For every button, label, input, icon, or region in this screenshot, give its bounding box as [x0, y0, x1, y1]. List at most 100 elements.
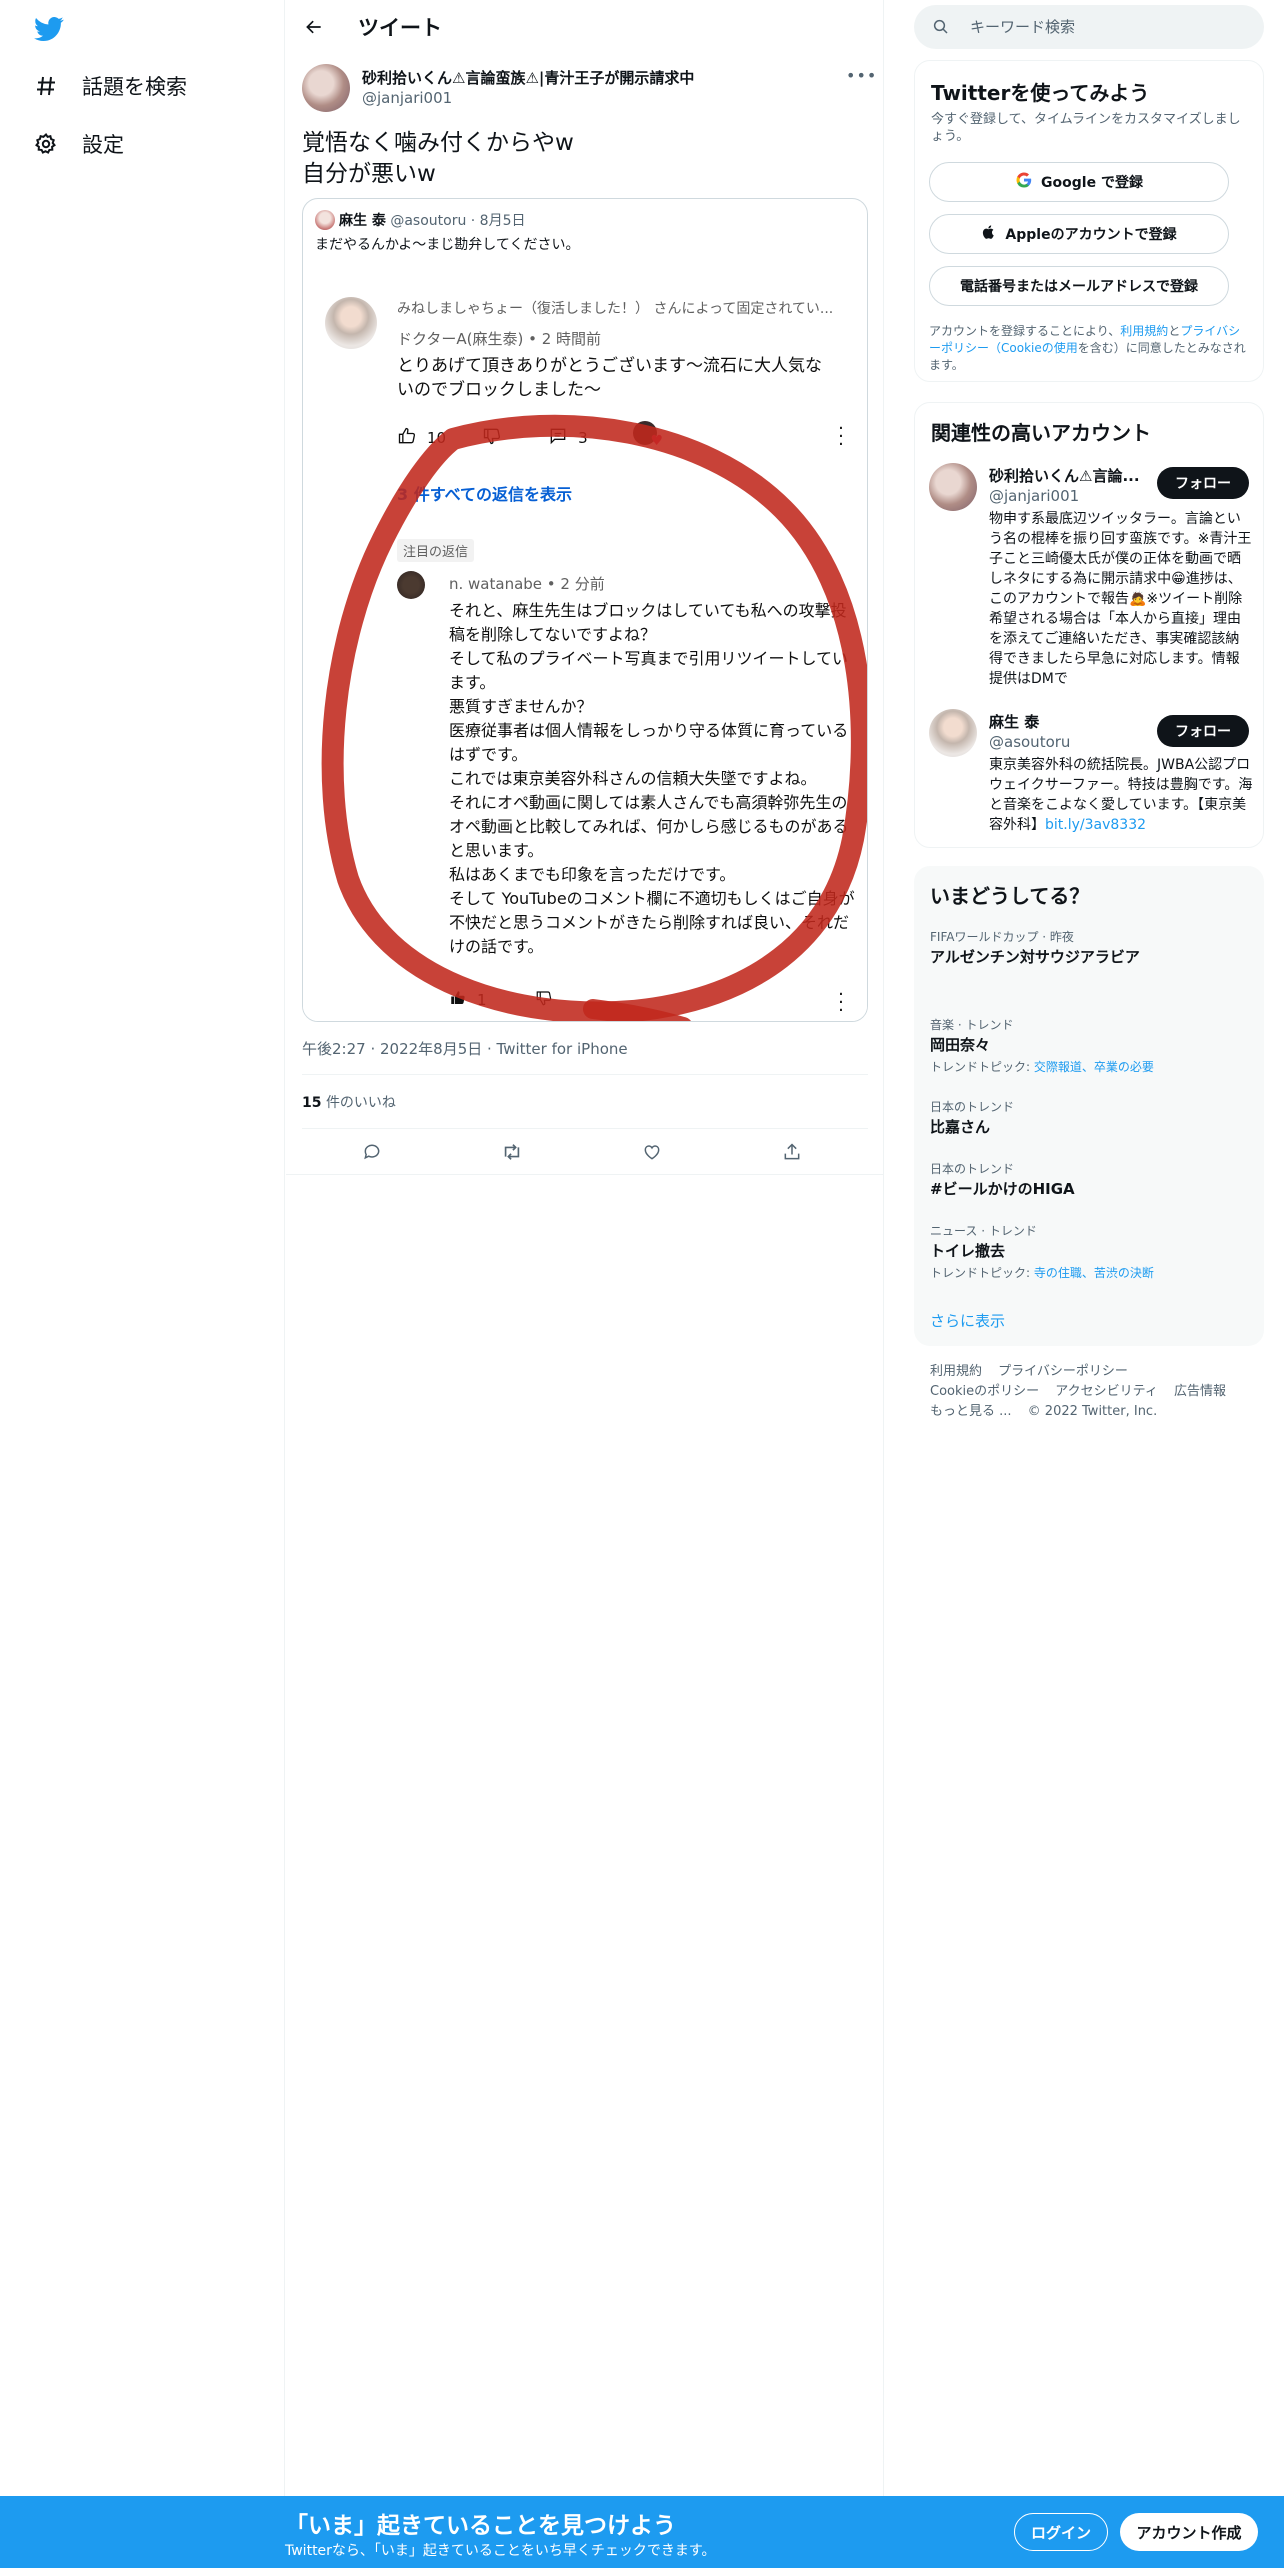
retweet-icon[interactable]: [500, 1140, 524, 1164]
view-all-replies-link: 3 件すべての返信を表示: [397, 485, 572, 504]
google-signup-button[interactable]: Google で登録: [929, 162, 1229, 202]
signup-banner: 「いま」起きていることを見つけよう Twitterなら、「いま」起きていることを…: [0, 2496, 1284, 2568]
login-button[interactable]: ログイン: [1014, 2513, 1108, 2551]
more-options-icon[interactable]: •••: [846, 66, 876, 88]
trends-panel: いまどうしてる？ FIFAワールドカップ · 昨夜 アルゼンチン対サウジアラビア…: [914, 866, 1264, 1346]
youtube-comment-screenshot: みねしましゃちょー（復活しました！） さんによって固定されてい... ドクターA…: [303, 259, 867, 1021]
share-icon[interactable]: [780, 1140, 804, 1164]
left-navigation: 話題を検索 設定: [0, 0, 285, 2568]
tweet-timestamp[interactable]: 午後2:27 · 2022年8月5日 · Twitter for iPhone: [302, 1038, 628, 1059]
quoted-meta: 麻生 泰 @asoutoru · 8月5日: [339, 210, 526, 230]
trend-topic: トレンドトピック: 交際報道、卒業の必要: [930, 1058, 1154, 1075]
likes-summary[interactable]: 15 件のいいね: [302, 1092, 396, 1112]
trend-name: アルゼンチン対サウジアラビア: [930, 948, 1140, 966]
tweet-image-card[interactable]: 麻生 泰 @asoutoru · 8月5日 まだやるんかよ〜まじ勘弁してください…: [302, 198, 868, 1022]
related-accounts-title: 関連性の高いアカウント: [931, 421, 1151, 445]
trend-topic-links[interactable]: 寺の住職、苦渋の決断: [1034, 1266, 1154, 1280]
thumbs-down-icon: [482, 426, 502, 450]
reply-action: 3: [548, 426, 588, 450]
likes-label: 件のいいね: [325, 1095, 396, 1111]
footer-links: 利用規約 プライバシーポリシー Cookieのポリシー アクセシビリティ 広告情…: [930, 1362, 1250, 1422]
quoted-date: · 8月5日: [470, 213, 526, 229]
likes-count: 15: [302, 1095, 322, 1111]
quoted-name: 麻生 泰: [339, 213, 386, 229]
apple-signup-button[interactable]: Appleのアカウントで登録: [929, 214, 1229, 254]
footer-accessibility-link[interactable]: アクセシビリティ: [1055, 1384, 1158, 1399]
trend-name: トイレ撤去: [930, 1242, 1006, 1260]
trend-category: FIFAワールドカップ · 昨夜: [930, 930, 1074, 944]
trend-category: 日本のトレンド: [930, 1162, 1015, 1176]
footer-privacy-link[interactable]: プライバシーポリシー: [998, 1364, 1128, 1379]
footer-more-link[interactable]: もっと見る ...: [930, 1404, 1012, 1419]
quoted-avatar: [315, 210, 335, 230]
watanabe-avatar: [397, 571, 425, 599]
legal-pre: アカウントを登録することにより、: [929, 324, 1121, 338]
reply-icon[interactable]: [360, 1140, 384, 1164]
terms-link[interactable]: 利用規約: [1120, 324, 1168, 338]
cookie-link[interactable]: （Cookieの使用: [989, 341, 1078, 355]
trend-topic-links[interactable]: 交際報道、卒業の必要: [1034, 1060, 1154, 1074]
watanabe-dislike-action: [535, 989, 553, 1011]
trend-name: 岡田奈々: [930, 1036, 991, 1054]
account-bio-link[interactable]: bit.ly/3av8332: [1045, 817, 1146, 833]
watanabe-like-count: 1: [477, 991, 487, 1009]
trend-category: 音楽 · トレンド: [930, 1018, 1014, 1032]
search-icon: [932, 18, 950, 36]
tweet-text: 覚悟なく噛み付くからやw 自分が悪いw: [302, 130, 574, 187]
tweet-action-bar: [286, 1130, 884, 1174]
highlighted-reply-badge: 注目の返信: [397, 539, 475, 562]
trend-topic-label: トレンドトピック:: [930, 1060, 1034, 1074]
account-avatar[interactable]: [929, 463, 977, 511]
signup-panel: Twitterを使ってみよう 今すぐ登録して、タイムラインをカスタマイズしましょ…: [914, 60, 1264, 382]
related-accounts-panel: 関連性の高いアカウント 砂利拾いくん⚠言論... @janjari001 フォロ…: [914, 402, 1264, 848]
doctor-avatar: [325, 297, 377, 349]
follow-button[interactable]: フォロー: [1157, 715, 1249, 747]
google-signup-label: Google で登録: [1041, 175, 1143, 191]
comment-icon: [548, 426, 568, 450]
thumbs-down-icon: [535, 989, 553, 1011]
gear-icon: [32, 130, 60, 158]
footer-ads-link[interactable]: 広告情報: [1174, 1384, 1226, 1399]
account-name[interactable]: 麻生 泰: [989, 711, 1149, 732]
account-name[interactable]: 砂利拾いくん⚠言論...: [989, 465, 1149, 486]
author-name[interactable]: 砂利拾いくん⚠言論蛮族⚠|青汁王子が開示請求中: [362, 67, 694, 88]
divider: [286, 1174, 884, 1175]
trend-topic-label: トレンドトピック:: [930, 1266, 1034, 1280]
google-icon: [1015, 171, 1033, 193]
signup-subtitle: 今すぐ登録して、タイムラインをカスタマイズしましょう。: [931, 112, 1241, 144]
nav-settings[interactable]: 設定: [32, 124, 124, 164]
divider: [302, 1128, 868, 1129]
back-arrow-icon[interactable]: [300, 13, 328, 41]
doctor-name: ドクターA(麻生泰) • 2 時間前: [397, 330, 602, 348]
signup-title: Twitterを使ってみよう: [931, 81, 1150, 105]
heart-icon[interactable]: [640, 1140, 664, 1164]
account-handle: @asoutoru: [989, 733, 1071, 751]
banner-title: 「いま」起きていることを見つけよう: [285, 2513, 676, 2539]
author-avatar[interactable]: [302, 64, 350, 112]
author-handle[interactable]: @janjari001: [362, 89, 452, 107]
account-avatar[interactable]: [929, 709, 977, 757]
phone-email-signup-label: 電話番号またはメールアドレスで登録: [960, 279, 1198, 295]
footer-cookie-link[interactable]: Cookieのポリシー: [930, 1384, 1039, 1399]
twitter-logo-icon[interactable]: [32, 14, 66, 44]
apple-icon: [981, 224, 997, 244]
follow-button[interactable]: フォロー: [1157, 467, 1249, 499]
like-action: 10: [397, 426, 446, 450]
hashtag-icon: [32, 72, 60, 100]
create-account-button[interactable]: アカウント作成: [1120, 2513, 1258, 2551]
signup-legal-text: アカウントを登録することにより、利用規約とプライバシーポリシー（Cookieの使…: [929, 323, 1247, 374]
show-more-link[interactable]: さらに表示: [930, 1310, 1005, 1331]
footer-terms-link[interactable]: 利用規約: [930, 1364, 982, 1379]
nav-explore[interactable]: 話題を検索: [32, 66, 187, 106]
footer-copyright: © 2022 Twitter, Inc.: [1027, 1404, 1158, 1419]
creator-heart-icon: ♥: [633, 421, 663, 449]
trend-topic: トレンドトピック: 寺の住職、苦渋の決断: [930, 1264, 1154, 1281]
watanabe-like-action: 1: [449, 989, 487, 1011]
nav-explore-label: 話題を検索: [82, 75, 187, 99]
pinned-label: みねしましゃちょー（復活しました！） さんによって固定されてい...: [397, 301, 834, 317]
phone-email-signup-button[interactable]: 電話番号またはメールアドレスで登録: [929, 266, 1229, 306]
banner-subtitle: Twitterなら、「いま」起きていることをいち早くチェックできます。: [285, 2543, 716, 2559]
page-title: ツイート: [358, 16, 442, 40]
search-input[interactable]: [970, 5, 1250, 49]
search-box[interactable]: [914, 5, 1264, 49]
